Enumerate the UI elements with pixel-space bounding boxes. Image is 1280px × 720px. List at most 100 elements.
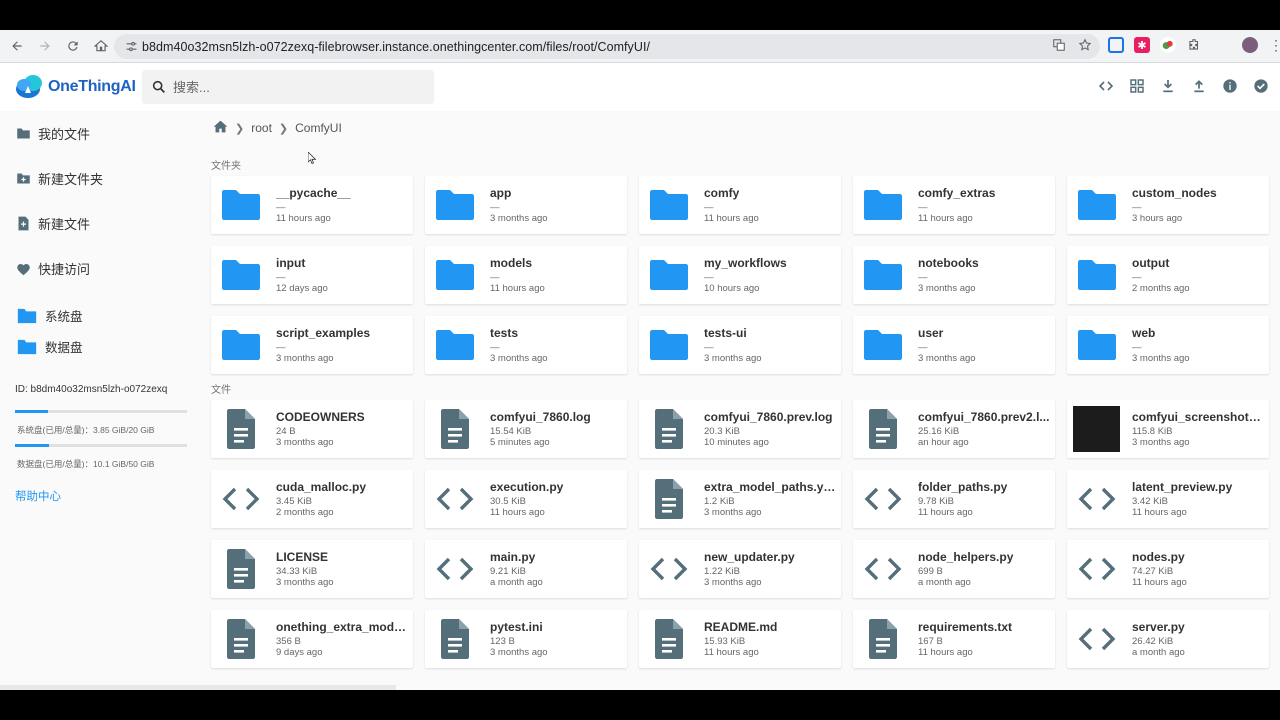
file-item[interactable]: CODEOWNERS 24 B3 months ago bbox=[211, 400, 413, 458]
grid-view-icon[interactable] bbox=[1128, 75, 1146, 97]
folder-icon bbox=[221, 328, 261, 362]
extension-screen-icon[interactable] bbox=[1108, 37, 1124, 53]
folder-item[interactable]: custom_nodes —3 hours ago bbox=[1067, 176, 1269, 234]
profile-avatar-icon[interactable] bbox=[1242, 37, 1258, 53]
file-item[interactable]: extra_model_paths.ya... 1.2 KiB 3 months a… bbox=[639, 470, 841, 528]
file-item[interactable]: LICENSE 34.33 KiB 3 months ago bbox=[211, 540, 413, 598]
folder-item[interactable]: comfy_extras —11 hours ago bbox=[853, 176, 1055, 234]
info-icon[interactable] bbox=[1221, 75, 1239, 97]
extension-leaf-icon[interactable] bbox=[1160, 37, 1176, 53]
sidebar-item-new-file[interactable]: 新建文件 bbox=[15, 214, 90, 233]
code-file-icon bbox=[435, 482, 475, 516]
item-name: tests bbox=[490, 326, 519, 340]
item-name: requirements.txt bbox=[918, 620, 1013, 634]
file-item[interactable]: README.md 15.93 KiB 11 hours ago bbox=[639, 610, 841, 668]
address-bar[interactable]: b8dm40o32msn5lzh-o072zexq-filebrowser.in… bbox=[114, 34, 1100, 59]
item-size: — bbox=[490, 202, 500, 213]
logo-mark-icon bbox=[14, 73, 46, 101]
item-name: nodes.py bbox=[1132, 550, 1185, 564]
search-box[interactable] bbox=[142, 70, 434, 104]
item-modified: 11 hours ago bbox=[276, 213, 331, 224]
folder-item[interactable]: models —11 hours ago bbox=[425, 246, 627, 304]
item-name: notebooks bbox=[918, 256, 979, 270]
reload-icon[interactable] bbox=[60, 33, 86, 59]
sidebar-disk-system[interactable]: 系统盘 bbox=[17, 306, 83, 325]
sidebar-item-my-files[interactable]: 我的文件 bbox=[15, 124, 90, 143]
item-modified: 3 months ago bbox=[276, 353, 334, 364]
folder-item[interactable]: user —3 months ago bbox=[853, 316, 1055, 374]
url-text: b8dm40o32msn5lzh-o072zexq-filebrowser.in… bbox=[142, 39, 650, 54]
file-item[interactable]: comfyui_7860.prev2.l... 25.16 KiB an hour … bbox=[853, 400, 1055, 458]
folder-item[interactable]: my_workflows —10 hours ago bbox=[639, 246, 841, 304]
folder-item[interactable]: output —2 months ago bbox=[1067, 246, 1269, 304]
item-modified: 3 months ago bbox=[490, 213, 548, 224]
help-center-link[interactable]: 帮助中心 bbox=[15, 488, 61, 504]
app-header: OneThingAI bbox=[0, 63, 1280, 111]
sidebar-item-new-folder[interactable]: 新建文件夹 bbox=[15, 169, 103, 188]
folder-item[interactable]: input —12 days ago bbox=[211, 246, 413, 304]
folder-item[interactable]: tests —3 months ago bbox=[425, 316, 627, 374]
folder-icon bbox=[435, 188, 475, 222]
file-item[interactable]: folder_paths.py 9.78 KiB 11 hours ago bbox=[853, 470, 1055, 528]
home-icon[interactable] bbox=[88, 33, 114, 59]
item-name: custom_nodes bbox=[1132, 186, 1217, 200]
item-name: comfy bbox=[704, 186, 740, 200]
search-input[interactable] bbox=[173, 79, 413, 95]
folder-icon bbox=[649, 258, 689, 292]
item-modified: 11 hours ago bbox=[490, 507, 545, 518]
folder-item[interactable]: notebooks —3 months ago bbox=[853, 246, 1055, 304]
file-item[interactable]: latent_preview.py 3.42 KiB 11 hours ago bbox=[1067, 470, 1269, 528]
upload-icon[interactable] bbox=[1190, 75, 1208, 97]
item-name: extra_model_paths.ya... bbox=[704, 480, 836, 494]
bookmark-star-icon[interactable] bbox=[1078, 38, 1092, 55]
browser-menu-icon[interactable]: ⋮ bbox=[1268, 37, 1280, 53]
breadcrumb-comfyui[interactable]: ComfyUI bbox=[295, 121, 342, 135]
home-icon[interactable] bbox=[213, 120, 228, 136]
chevron-right-icon: ❯ bbox=[278, 122, 289, 135]
file-item[interactable]: pytest.ini 123 B3 months ago bbox=[425, 610, 627, 668]
site-info-icon[interactable] bbox=[120, 40, 142, 53]
extensions-puzzle-icon[interactable] bbox=[1186, 37, 1202, 53]
folder-icon bbox=[649, 188, 689, 222]
heart-icon bbox=[15, 261, 31, 277]
file-item[interactable]: comfyui_screenshot.p... 115.8 KiB 3 months… bbox=[1067, 400, 1269, 458]
code-file-icon bbox=[1077, 622, 1117, 656]
file-item[interactable]: execution.py 30.5 KiB 11 hours ago bbox=[425, 470, 627, 528]
item-name: comfyui_screenshot.p... bbox=[1132, 410, 1264, 424]
folder-item[interactable]: app —3 months ago bbox=[425, 176, 627, 234]
logo[interactable]: OneThingAI bbox=[14, 73, 136, 101]
screen: b8dm40o32msn5lzh-o072zexq-filebrowser.in… bbox=[0, 0, 1280, 720]
folder-item[interactable]: web —3 months ago bbox=[1067, 316, 1269, 374]
folder-item[interactable]: __pycache__ —11 hours ago bbox=[211, 176, 413, 234]
item-name: folder_paths.py bbox=[918, 480, 1008, 494]
file-item[interactable]: nodes.py 74.27 KiB 11 hours ago bbox=[1067, 540, 1269, 598]
file-item[interactable]: node_helpers.py 699 Ba month ago bbox=[853, 540, 1055, 598]
file-item[interactable]: server.py 26.42 KiB a month ago bbox=[1067, 610, 1269, 668]
file-item[interactable]: comfyui_7860.prev.log 20.3 KiB 10 minutes … bbox=[639, 400, 841, 458]
back-icon[interactable] bbox=[4, 33, 30, 59]
file-item[interactable]: main.py 9.21 KiB a month ago bbox=[425, 540, 627, 598]
download-icon[interactable] bbox=[1159, 75, 1177, 97]
sidebar-item-quick-access[interactable]: 快捷访问 bbox=[15, 259, 90, 278]
file-item[interactable]: new_updater.py 1.22 KiB 3 months ago bbox=[639, 540, 841, 598]
forward-icon[interactable] bbox=[32, 33, 58, 59]
code-view-icon[interactable] bbox=[1097, 75, 1115, 97]
data-disk-usage-bar bbox=[15, 444, 187, 447]
item-size: — bbox=[490, 272, 500, 283]
translate-icon[interactable] bbox=[1052, 38, 1066, 55]
file-item[interactable]: cuda_malloc.py 3.45 KiB 2 months ago bbox=[211, 470, 413, 528]
folder-item[interactable]: script_examples —3 months ago bbox=[211, 316, 413, 374]
file-item[interactable]: comfyui_7860.log 15.54 KiB 5 minutes ago bbox=[425, 400, 627, 458]
folder-item[interactable]: tests-ui —3 months ago bbox=[639, 316, 841, 374]
item-name: comfyui_7860.prev2.l... bbox=[918, 410, 1050, 424]
sidebar-disk-data[interactable]: 数据盘 bbox=[17, 337, 83, 356]
item-modified: 5 minutes ago bbox=[490, 437, 550, 448]
breadcrumb-root[interactable]: root bbox=[251, 121, 272, 135]
file-item[interactable]: requirements.txt 167 B 11 hours ago bbox=[853, 610, 1055, 668]
folder-item[interactable]: comfy —11 hours ago bbox=[639, 176, 841, 234]
search-icon bbox=[152, 80, 165, 93]
select-check-icon[interactable] bbox=[1252, 75, 1270, 97]
file-item[interactable]: onething_extra_model... 356 B9 days ago bbox=[211, 610, 413, 668]
extension-pink-icon[interactable]: ✱ bbox=[1134, 37, 1150, 53]
item-modified: 3 months ago bbox=[918, 283, 976, 294]
